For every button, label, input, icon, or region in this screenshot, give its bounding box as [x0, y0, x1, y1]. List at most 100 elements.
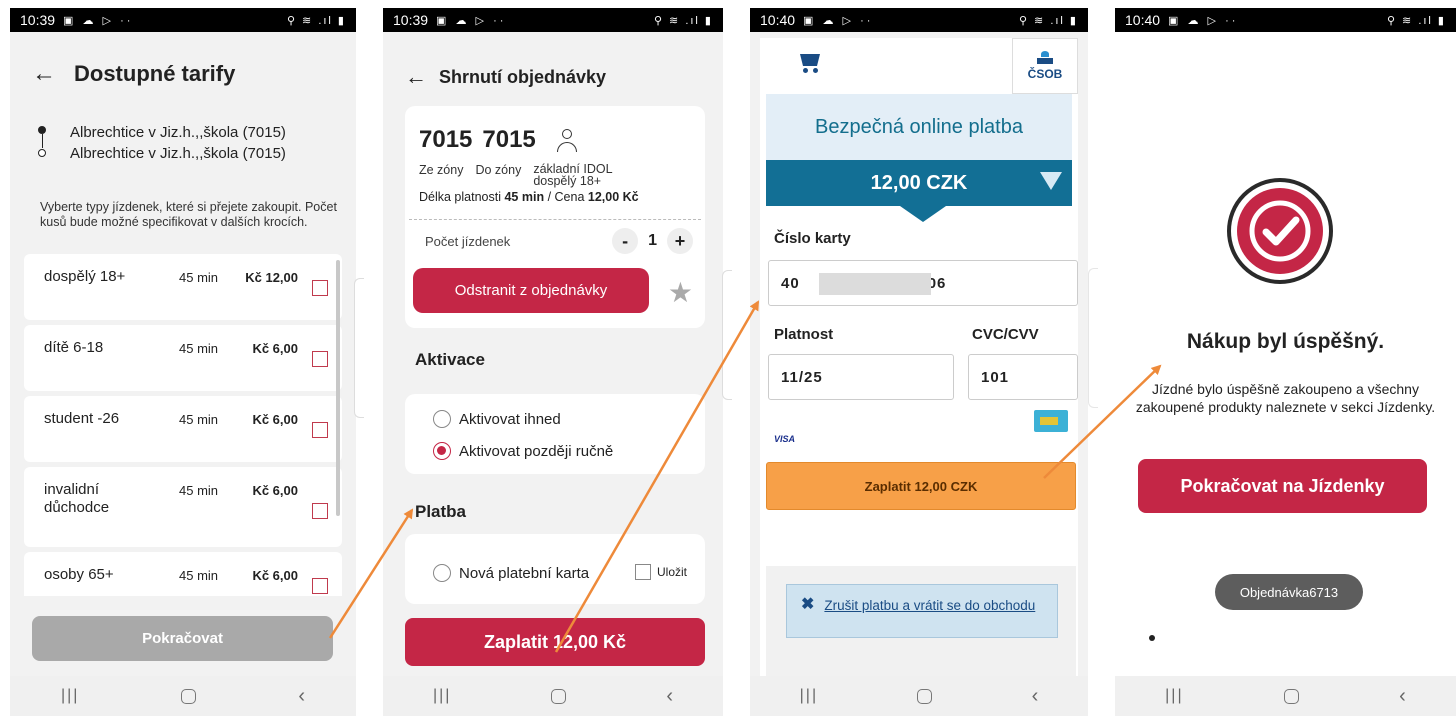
save-checkbox[interactable] [634, 564, 651, 580]
scrollbar[interactable] [336, 260, 340, 516]
increment-button[interactable]: + [667, 228, 693, 254]
cvc-field[interactable]: 101 [968, 354, 1078, 400]
radio-button-selected[interactable] [433, 442, 451, 460]
recent-apps-icon[interactable]: ||| [433, 687, 451, 705]
home-icon[interactable] [917, 688, 933, 704]
card-number-mask [819, 273, 931, 295]
continue-to-tickets-button[interactable]: Pokračovat na Jízdenky [1138, 459, 1427, 513]
signal-icons: ⚲ ≋ .ıl ▮ [1386, 14, 1446, 27]
zone-to-label: Do zóny [475, 163, 522, 177]
radio-button[interactable] [433, 410, 451, 428]
price-value: 12,00 Kč [587, 190, 639, 204]
tariff-item[interactable]: student -26 45 min Kč 6,00 [24, 396, 342, 462]
route-to: Albrechtice v Jiz.h.,,škola (7015) [70, 145, 286, 162]
screen-purchase-success: 10:40 ▣ ☁ ▷ ·· ⚲ ≋ .ıl ▮ Nákup byl úspěš… [1115, 8, 1456, 716]
remove-from-order-button[interactable]: Odstranit z objednávky [413, 268, 649, 313]
cancel-payment-link[interactable]: Zrušit platbu a vrátit se do obchodu [824, 597, 1035, 614]
expiry-label: Platnost [774, 326, 834, 343]
tariff-item[interactable]: osoby 65+ 45 min Kč 6,00 [24, 552, 342, 596]
divider [409, 219, 701, 220]
page-dot [1149, 635, 1155, 641]
card-number-field[interactable]: 40 06 [768, 260, 1078, 306]
hint-text: Vyberte typy jízdenek, které si přejete … [40, 200, 337, 229]
pay-button[interactable]: Zaplatit 12,00 Kč [405, 618, 705, 666]
back-nav-icon[interactable]: ‹ [1399, 685, 1406, 708]
back-arrow-icon[interactable]: ← [32, 60, 56, 88]
activation-option[interactable]: Aktivovat ihned [433, 410, 561, 428]
cart-icon [800, 52, 826, 74]
tariff-price: Kč 12,00 [245, 270, 298, 285]
back-nav-icon[interactable]: ‹ [1032, 685, 1039, 708]
tariff-name: invalidní důchodce [44, 481, 110, 516]
star-icon[interactable]: ★ [668, 276, 693, 309]
quantity-value: 1 [648, 232, 657, 249]
amount-value: 12,00 CZK [870, 171, 968, 194]
option-label: Aktivovat později ručně [459, 442, 614, 460]
tariff-checkbox[interactable] [312, 503, 328, 519]
tariff-checkbox[interactable] [312, 280, 328, 296]
tariff-name: dítě 6-18 [44, 339, 104, 356]
activation-option[interactable]: Aktivovat později ručně [433, 442, 613, 460]
amount-bar[interactable]: 12,00 CZK [766, 160, 1072, 206]
radio-button[interactable] [433, 564, 451, 582]
quantity-stepper: - 1 + [612, 228, 693, 254]
pay-button[interactable]: Zaplatit 12,00 CZK [766, 462, 1076, 510]
status-bar: 10:40 ▣ ☁ ▷ ·· ⚲ ≋ .ıl ▮ [1115, 8, 1456, 32]
recent-apps-icon[interactable]: ||| [1165, 687, 1183, 705]
next-screen-peek [722, 270, 732, 400]
screen-payment-gateway: 10:40 ▣ ☁ ▷ ·· ⚲ ≋ .ıl ▮ ČSOB Bezpečná o… [750, 8, 1088, 716]
status-time: 10:39 [20, 12, 56, 28]
tariff-item[interactable]: invalidní důchodce 45 min Kč 6,00 [24, 467, 342, 547]
zone-codes: 7015 7015 [419, 126, 578, 154]
back-nav-icon[interactable]: ‹ [298, 685, 305, 708]
validity-line: Délka platnosti 45 min / Cena 12,00 Kč [419, 190, 639, 204]
continue-button[interactable]: Pokračovat [32, 616, 333, 661]
tariff-name: dospělý 18+ [44, 268, 126, 285]
notification-icons: ▣ ☁ ▷ ·· [63, 14, 134, 27]
save-card-option[interactable]: Uložit [634, 564, 687, 580]
tariff-item[interactable]: dítě 6-18 45 min Kč 6,00 [24, 325, 342, 391]
gateway-header: ČSOB [760, 38, 1078, 94]
payment-option[interactable]: Nová platební karta [433, 564, 589, 582]
page-title: Dostupné tarify [74, 61, 236, 86]
success-message: Jízdné bylo úspěšně zakoupeno a všechny … [1135, 381, 1436, 415]
back-arrow-icon[interactable]: ← [405, 64, 427, 90]
tariff-duration: 45 min [179, 270, 219, 285]
expiry-field[interactable]: 11/25 [768, 354, 954, 400]
secure-payment-banner: Bezpečná online platba [766, 94, 1072, 160]
card-number-label: Číslo karty [774, 230, 851, 247]
status-time: 10:39 [393, 12, 429, 28]
page-title: Shrnutí objednávky [439, 66, 607, 87]
tariff-price: Kč 6,00 [252, 568, 298, 583]
tariff-list: dospělý 18+ 45 min Kč 12,00 dítě 6-18 45… [24, 254, 342, 601]
tariff-price: Kč 6,00 [252, 483, 298, 498]
tariff-checkbox[interactable] [312, 578, 328, 594]
decrement-button[interactable]: - [612, 228, 639, 254]
route-end-dot [38, 149, 46, 157]
tariff-checkbox[interactable] [312, 351, 328, 367]
tariff-name: student -26 [44, 410, 120, 427]
home-icon[interactable] [1283, 688, 1299, 704]
signal-icons: ⚲ ≋ .ıl ▮ [1018, 14, 1078, 27]
system-nav-bar: ||| ‹ [10, 676, 356, 716]
back-nav-icon[interactable]: ‹ [666, 685, 673, 708]
cancel-payment-box[interactable]: ✖ Zrušit platbu a vrátit se do obchodu [786, 584, 1058, 638]
zone-labels: Ze zóny Do zóny základní IDOL dospělý 18… [419, 163, 643, 188]
toast-message: Objednávka6713 [1215, 574, 1363, 610]
person-icon [556, 129, 578, 152]
visa-logo: VISA [774, 434, 796, 444]
tariff-item[interactable]: dospělý 18+ 45 min Kč 12,00 [24, 254, 342, 320]
ticket-card: 7015 7015 Ze zóny Do zóny základní IDOL … [405, 106, 705, 328]
price-label: / Cena [547, 190, 585, 204]
home-icon[interactable] [551, 688, 567, 704]
recent-apps-icon[interactable]: ||| [800, 687, 818, 705]
dropdown-triangle-icon[interactable] [1040, 172, 1062, 190]
tariff-checkbox[interactable] [312, 422, 328, 438]
activation-heading: Aktivace [415, 350, 485, 369]
payment-heading: Platba [415, 502, 467, 521]
tariff-price: Kč 6,00 [252, 412, 298, 427]
home-icon[interactable] [181, 688, 197, 704]
ticket-count-label: Počet jízdenek [425, 234, 511, 249]
recent-apps-icon[interactable]: ||| [61, 687, 79, 705]
csob-logo: ČSOB [1012, 38, 1078, 94]
